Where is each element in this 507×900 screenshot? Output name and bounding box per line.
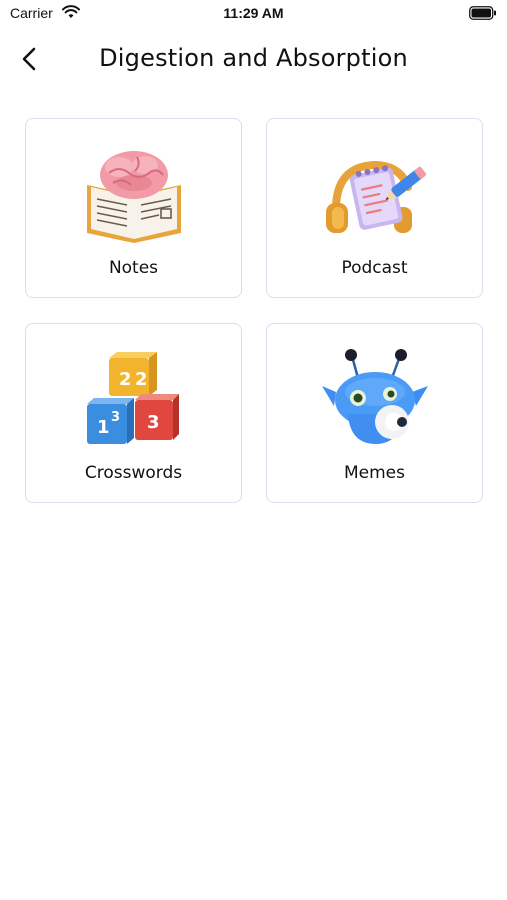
blue-alien-icon (320, 348, 430, 448)
svg-text:3: 3 (147, 412, 160, 433)
screen: Carrier 11:29 AM Digestion and Absorptio… (0, 0, 507, 900)
crosswords-label: Crosswords (84, 463, 183, 483)
crosswords-card[interactable]: 2 2 1 3 3 Crosswords (25, 323, 242, 503)
podcast-label: Podcast (341, 258, 408, 278)
battery-icon (469, 6, 497, 20)
headphones-notepad-icon (320, 143, 430, 243)
notes-label: Notes (108, 258, 159, 278)
brain-book-icon (79, 143, 189, 243)
status-time: 11:29 AM (223, 5, 284, 21)
svg-text:2: 2 (135, 369, 148, 390)
status-bar: Carrier 11:29 AM (0, 0, 507, 28)
page-title: Digestion and Absorption (99, 44, 408, 72)
memes-card[interactable]: Memes (266, 323, 483, 503)
podcast-card[interactable]: Podcast (266, 118, 483, 298)
notes-card[interactable]: Notes (25, 118, 242, 298)
header: Digestion and Absorption (0, 34, 507, 86)
number-blocks-icon: 2 2 1 3 3 (79, 348, 189, 448)
activity-grid: Notes Podcast 2 2 1 3 3 Crosswords Memes (25, 118, 483, 503)
memes-label: Memes (343, 463, 405, 483)
svg-text:2: 2 (119, 369, 132, 390)
svg-text:1: 1 (97, 417, 110, 438)
svg-text:3: 3 (111, 410, 120, 425)
